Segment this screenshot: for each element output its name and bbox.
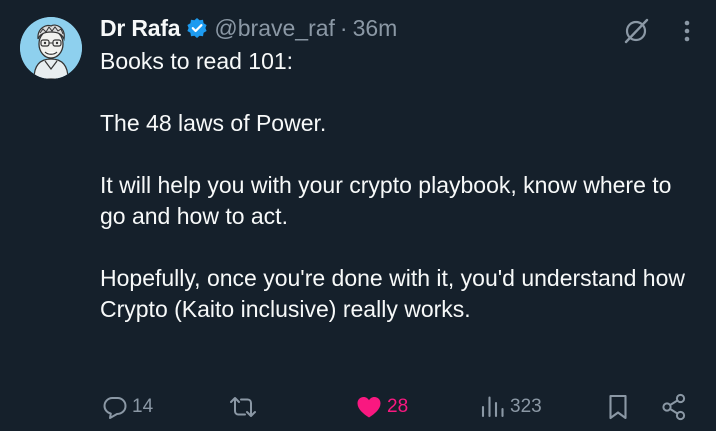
avatar[interactable] <box>20 17 82 79</box>
separator: · <box>339 14 348 41</box>
views-count: 323 <box>510 396 542 417</box>
reply-count: 14 <box>132 396 154 417</box>
repost-button[interactable] <box>228 390 262 424</box>
grok-icon[interactable] <box>622 17 650 45</box>
reply-button[interactable]: 14 <box>102 390 153 424</box>
share-button[interactable] <box>661 390 687 424</box>
views-icon <box>481 396 504 418</box>
bookmark-button[interactable] <box>607 390 629 424</box>
heart-icon <box>357 397 381 418</box>
tweet[interactable]: Dr Rafa @brave_raf · 36m Books to read 1… <box>0 0 716 431</box>
timestamp[interactable]: 36m <box>353 15 398 42</box>
reply-icon <box>103 397 127 419</box>
tweet-header: Dr Rafa @brave_raf · 36m <box>100 12 397 44</box>
like-count: 28 <box>387 396 409 417</box>
bookmark-icon <box>609 394 627 420</box>
share-icon <box>662 393 686 421</box>
display-name[interactable]: Dr Rafa <box>100 15 181 42</box>
like-button[interactable]: 28 <box>355 390 408 424</box>
views-button[interactable]: 323 <box>480 390 542 424</box>
tweet-text-line: Books to read 101: <box>100 48 294 74</box>
repost-icon <box>230 397 256 417</box>
action-bar: 14 28 323 <box>0 390 716 424</box>
verified-badge-icon <box>186 17 208 39</box>
tweet-text-line: Hopefully, once you're done with it, you… <box>100 265 685 322</box>
avatar-image <box>20 17 82 79</box>
tweet-text-line: The 48 laws of Power. <box>100 110 327 136</box>
tweet-text: Books to read 101: The 48 laws of Power.… <box>100 46 690 325</box>
handle[interactable]: @brave_raf <box>214 15 335 42</box>
tweet-text-line: It will help you with your crypto playbo… <box>100 172 672 229</box>
more-vertical-icon[interactable] <box>677 18 697 44</box>
